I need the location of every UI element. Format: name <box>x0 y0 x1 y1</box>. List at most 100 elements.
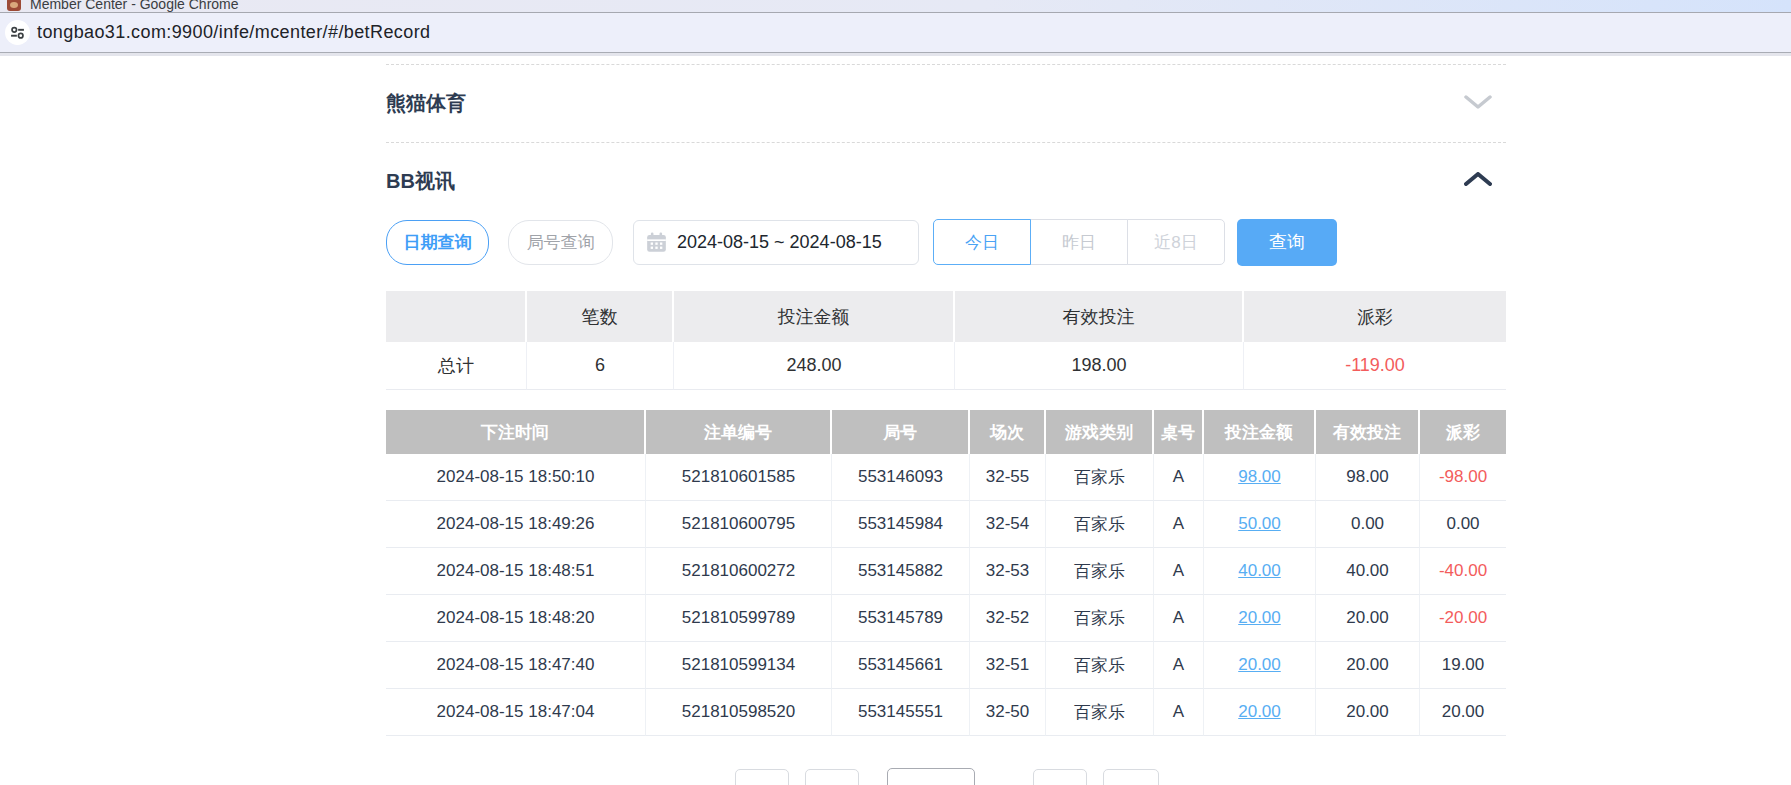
bet-amount-link[interactable]: 20.00 <box>1204 595 1316 642</box>
table-row: 2024-08-15 18:47:40521810599134553145661… <box>386 642 1506 689</box>
section-title-bb: BB视讯 <box>386 168 455 195</box>
col-payout: 派彩 <box>1420 410 1506 454</box>
summary-total-label: 总计 <box>386 342 527 390</box>
col-bet-time: 下注时间 <box>386 410 646 454</box>
bet-amount-link[interactable]: 20.00 <box>1204 689 1316 736</box>
valid-bet: 20.00 <box>1316 595 1420 642</box>
date-range-input[interactable]: 2024-08-15 ~ 2024-08-15 <box>633 220 919 265</box>
session: 32-54 <box>970 501 1046 548</box>
session: 32-53 <box>970 548 1046 595</box>
chevron-down-icon[interactable] <box>1464 95 1492 113</box>
session: 32-52 <box>970 595 1046 642</box>
table-number: A <box>1154 454 1204 501</box>
table-row: 2024-08-15 18:50:10521810601585553146093… <box>386 454 1506 501</box>
section-panda-sports[interactable]: 熊猫体育 <box>386 65 1506 142</box>
payout: -98.00 <box>1420 454 1506 501</box>
col-round-number: 局号 <box>832 410 970 454</box>
table-number: A <box>1154 642 1204 689</box>
round-query-button[interactable]: 局号查询 <box>508 220 613 265</box>
bet-amount-link[interactable]: 98.00 <box>1204 454 1316 501</box>
col-bet-amount: 投注金额 <box>1204 410 1316 454</box>
valid-bet: 20.00 <box>1316 689 1420 736</box>
summary-valid-bet: 198.00 <box>955 342 1244 390</box>
pagination-next-button[interactable] <box>1033 769 1087 785</box>
table-number: A <box>1154 689 1204 736</box>
valid-bet: 20.00 <box>1316 642 1420 689</box>
summary-header-bet-amount: 投注金额 <box>674 291 955 342</box>
table-row: 2024-08-15 18:48:51521810600272553145882… <box>386 548 1506 595</box>
col-session: 场次 <box>970 410 1046 454</box>
payout: 19.00 <box>1420 642 1506 689</box>
section-title-panda: 熊猫体育 <box>386 90 466 117</box>
bet-id: 521810601585 <box>646 454 832 501</box>
calendar-icon <box>646 232 667 253</box>
payout: -40.00 <box>1420 548 1506 595</box>
site-favicon <box>7 0 21 11</box>
table-number: A <box>1154 501 1204 548</box>
col-bet-id: 注单编号 <box>646 410 832 454</box>
bet-amount-link[interactable]: 40.00 <box>1204 548 1316 595</box>
col-table-number: 桌号 <box>1154 410 1204 454</box>
session: 32-51 <box>970 642 1046 689</box>
table-row: 2024-08-15 18:48:20521810599789553145789… <box>386 595 1506 642</box>
last-8-days-button[interactable]: 近8日 <box>1127 219 1225 265</box>
bet-table-header-row: 下注时间 注单编号 局号 场次 游戏类别 桌号 投注金额 有效投注 派彩 <box>386 410 1506 454</box>
bet-id: 521810600795 <box>646 501 832 548</box>
search-button[interactable]: 查询 <box>1237 219 1337 266</box>
payout: -20.00 <box>1420 595 1506 642</box>
bet-id: 521810598520 <box>646 689 832 736</box>
url-text[interactable]: tongbao31.com:9900/infe/mcenter/#/betRec… <box>37 22 430 43</box>
section-bb-video[interactable]: BB视讯 <box>386 143 1506 219</box>
game-type: 百家乐 <box>1046 501 1154 548</box>
bet-id: 521810600272 <box>646 548 832 595</box>
window-titlebar: Member Center - Google Chrome <box>0 0 1791 13</box>
summary-table: 笔数 投注金额 有效投注 派彩 总计 6 248.00 198.00 -119.… <box>386 291 1506 390</box>
round-number: 553145789 <box>832 595 970 642</box>
summary-payout: -119.00 <box>1244 342 1506 390</box>
bet-time: 2024-08-15 18:48:20 <box>386 595 646 642</box>
date-range-value: 2024-08-15 ~ 2024-08-15 <box>677 232 882 253</box>
pagination-size-select[interactable] <box>887 768 975 785</box>
bet-amount-link[interactable]: 20.00 <box>1204 642 1316 689</box>
round-number: 553145661 <box>832 642 970 689</box>
session: 32-50 <box>970 689 1046 736</box>
summary-header-empty <box>386 291 527 342</box>
summary-header-payout: 派彩 <box>1244 291 1506 342</box>
table-row: 2024-08-15 18:47:04521810598520553145551… <box>386 689 1506 736</box>
round-number: 553146093 <box>832 454 970 501</box>
game-type: 百家乐 <box>1046 642 1154 689</box>
round-number: 553145984 <box>832 501 970 548</box>
pagination-prev-button[interactable] <box>735 769 789 785</box>
col-game-type: 游戏类别 <box>1046 410 1154 454</box>
game-type: 百家乐 <box>1046 595 1154 642</box>
table-number: A <box>1154 548 1204 595</box>
game-type: 百家乐 <box>1046 548 1154 595</box>
valid-bet: 98.00 <box>1316 454 1420 501</box>
table-number: A <box>1154 595 1204 642</box>
today-button[interactable]: 今日 <box>933 219 1031 265</box>
address-bar[interactable]: tongbao31.com:9900/infe/mcenter/#/betRec… <box>0 13 1791 53</box>
bet-amount-link[interactable]: 50.00 <box>1204 501 1316 548</box>
col-valid-bet: 有效投注 <box>1316 410 1420 454</box>
bet-table-body: 2024-08-15 18:50:10521810601585553146093… <box>386 454 1506 736</box>
valid-bet: 0.00 <box>1316 501 1420 548</box>
window-title: Member Center - Google Chrome <box>30 0 239 12</box>
summary-header-count: 笔数 <box>527 291 674 342</box>
summary-count: 6 <box>527 342 674 390</box>
pagination <box>735 769 1506 785</box>
pagination-jump-input[interactable] <box>1103 769 1159 785</box>
bet-id: 521810599134 <box>646 642 832 689</box>
game-type: 百家乐 <box>1046 689 1154 736</box>
pagination-page-button[interactable] <box>805 769 859 785</box>
payout: 0.00 <box>1420 501 1506 548</box>
game-type: 百家乐 <box>1046 454 1154 501</box>
summary-header-valid-bet: 有效投注 <box>955 291 1244 342</box>
bet-records-table: 下注时间 注单编号 局号 场次 游戏类别 桌号 投注金额 有效投注 派彩 202… <box>386 410 1506 736</box>
table-row: 2024-08-15 18:49:26521810600795553145984… <box>386 501 1506 548</box>
round-number: 553145551 <box>832 689 970 736</box>
summary-header-row: 笔数 投注金额 有效投注 派彩 <box>386 291 1506 342</box>
yesterday-button[interactable]: 昨日 <box>1030 219 1128 265</box>
chevron-up-icon[interactable] <box>1464 172 1492 190</box>
site-settings-icon[interactable] <box>5 20 30 45</box>
date-query-button[interactable]: 日期查询 <box>386 220 489 265</box>
